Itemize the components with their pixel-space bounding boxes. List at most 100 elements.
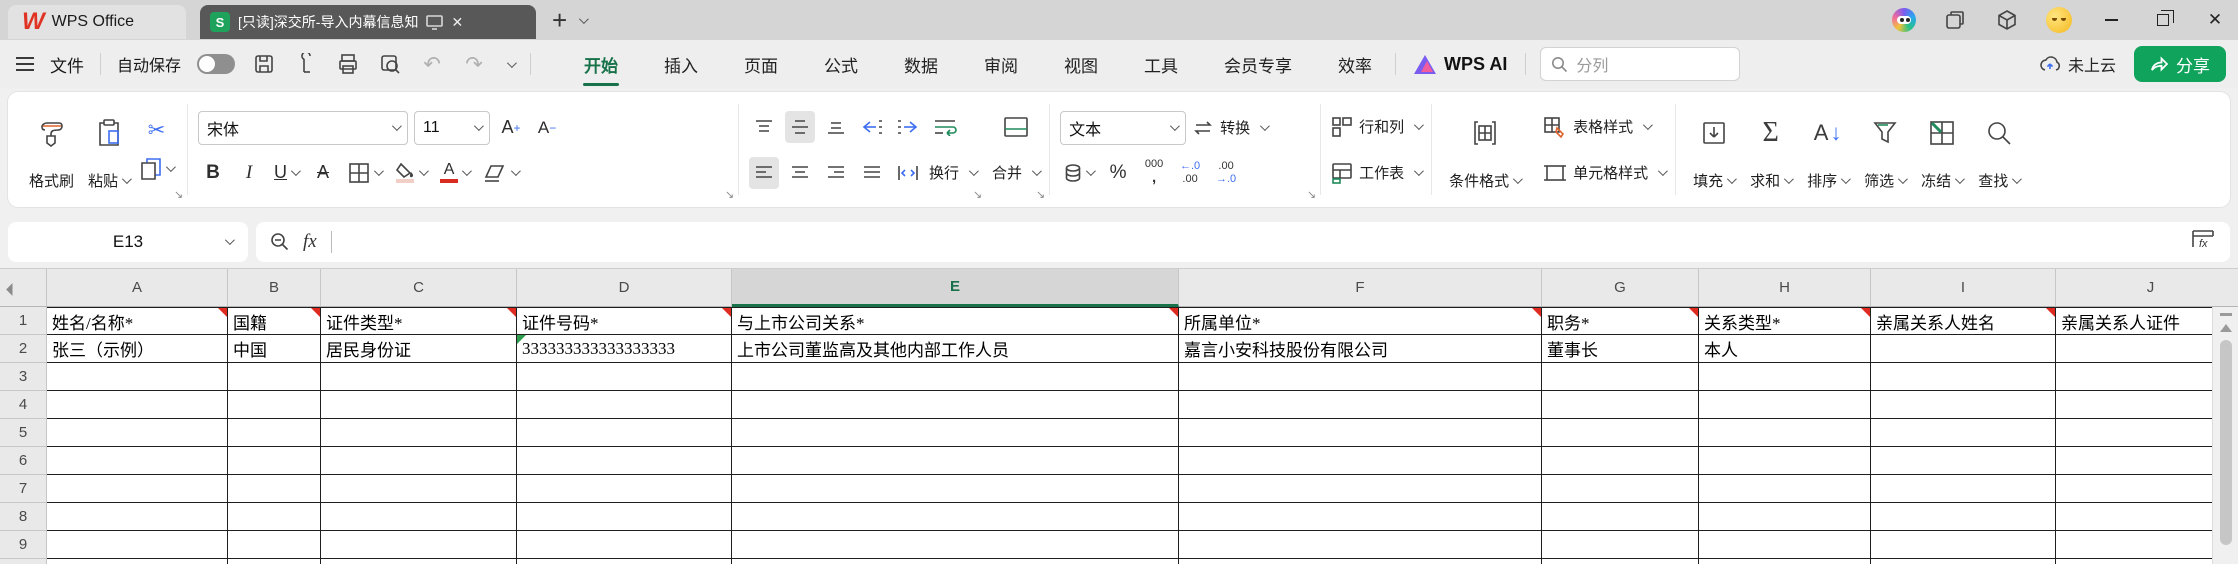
cell-A9[interactable] [47, 531, 228, 559]
cell[interactable] [517, 559, 732, 564]
row-header-2[interactable]: 2 [0, 335, 47, 363]
cell-D1[interactable]: 证件号码* [517, 307, 732, 335]
file-menu[interactable]: 文件 [50, 52, 84, 77]
export-pdf-icon[interactable] [293, 51, 319, 77]
cell-E2[interactable]: 上市公司董监高及其他内部工作人员 [732, 335, 1179, 363]
redo-icon[interactable]: ↷ [461, 51, 487, 77]
menu-hamburger-icon[interactable] [16, 57, 34, 71]
percent-button[interactable]: % [1103, 157, 1133, 189]
format-painter-button[interactable]: 格式刷 [22, 107, 81, 193]
scrollbar-thumb[interactable] [2219, 340, 2232, 545]
presentation-mode-icon[interactable] [426, 14, 444, 30]
bold-button[interactable]: B [198, 157, 228, 189]
font-size-select[interactable]: 11 [414, 110, 491, 145]
column-header-B[interactable]: B [228, 269, 321, 307]
font-color-button[interactable]: A [436, 157, 473, 189]
row-header-1[interactable]: 1 [0, 307, 47, 335]
cell-I5[interactable] [1871, 419, 2056, 447]
expand-formula-bar-icon[interactable]: fx [2190, 228, 2216, 255]
cell-E3[interactable] [732, 363, 1179, 391]
align-top-button[interactable] [749, 111, 779, 143]
tab-审阅[interactable]: 审阅 [961, 40, 1041, 88]
merge-button[interactable]: 合并 [992, 157, 1042, 189]
align-right-button[interactable] [821, 157, 851, 189]
cell-D5[interactable] [517, 419, 732, 447]
cell-style-button[interactable]: 单元格样式 [1543, 157, 1668, 189]
restore-button[interactable] [2150, 7, 2176, 33]
cell-A1[interactable]: 姓名/名称* [47, 307, 228, 335]
cell-A4[interactable] [47, 391, 228, 419]
cell-I8[interactable] [1871, 503, 2056, 531]
cell-F2[interactable]: 嘉言小安科技股份有限公司 [1179, 335, 1542, 363]
strikethrough-button[interactable]: A [308, 157, 338, 189]
tab-视图[interactable]: 视图 [1041, 40, 1121, 88]
cell-I4[interactable] [1871, 391, 2056, 419]
autosave-toggle[interactable] [197, 54, 236, 74]
wps-assistant-icon[interactable] [1892, 8, 1916, 32]
row-header-10[interactable] [0, 559, 47, 564]
increase-indent-button[interactable] [893, 111, 923, 143]
conditional-format-button[interactable]: 条件格式 [1442, 107, 1527, 193]
decrease-font-button[interactable]: A − [532, 112, 562, 144]
cell[interactable] [228, 559, 321, 564]
cell-A5[interactable] [47, 419, 228, 447]
increase-decimal-button[interactable]: .00 →.0 [1211, 157, 1241, 189]
cell-H1[interactable]: 关系类型* [1699, 307, 1871, 335]
close-window-button[interactable]: ✕ [2202, 7, 2228, 33]
wrap-text-button[interactable]: 换行 [929, 157, 979, 189]
cell-B8[interactable] [228, 503, 321, 531]
cell-B4[interactable] [228, 391, 321, 419]
cell-B3[interactable] [228, 363, 321, 391]
cell-G7[interactable] [1542, 475, 1699, 503]
cell-E4[interactable] [732, 391, 1179, 419]
column-header-I[interactable]: I [1871, 269, 2056, 307]
wps-home-button[interactable]: W WPS Office [8, 5, 186, 39]
cell-J5[interactable] [2056, 419, 2238, 447]
row-header-4[interactable]: 4 [0, 391, 47, 419]
cell-E7[interactable] [732, 475, 1179, 503]
cell-B6[interactable] [228, 447, 321, 475]
cell-G4[interactable] [1542, 391, 1699, 419]
filter-button[interactable]: 筛选 [1857, 107, 1912, 193]
cell-I7[interactable] [1871, 475, 2056, 503]
cell-D2[interactable]: 333333333333333333 [517, 335, 732, 363]
vertical-scrollbar[interactable] [2212, 307, 2238, 564]
workspace-cube-icon[interactable] [1994, 7, 2020, 33]
cell-D3[interactable] [517, 363, 732, 391]
align-bottom-button[interactable] [821, 111, 851, 143]
cell-J7[interactable] [2056, 475, 2238, 503]
rows-columns-button[interactable]: 行和列 [1331, 111, 1424, 143]
sort-button[interactable]: A ↓ 排序 [1800, 107, 1855, 193]
cell-A8[interactable] [47, 503, 228, 531]
cloud-status[interactable]: 未上云 [2038, 52, 2116, 76]
cell-J2[interactable] [2056, 335, 2238, 363]
cell-H7[interactable] [1699, 475, 1871, 503]
undo-icon[interactable]: ↶ [419, 51, 445, 77]
cell-C7[interactable] [321, 475, 517, 503]
column-header-F[interactable]: F [1179, 269, 1542, 307]
row-header-8[interactable]: 8 [0, 503, 47, 531]
row-header-5[interactable]: 5 [0, 419, 47, 447]
tab-插入[interactable]: 插入 [641, 40, 721, 88]
cell-F4[interactable] [1179, 391, 1542, 419]
scroll-up-icon[interactable] [2219, 324, 2232, 332]
sum-button[interactable]: Σ 求和 [1743, 107, 1798, 193]
cell[interactable] [1179, 559, 1542, 564]
select-all-corner[interactable] [0, 269, 47, 307]
italic-button[interactable]: I [234, 157, 264, 189]
find-button[interactable]: 查找 [1971, 107, 2026, 193]
cell-C9[interactable] [321, 531, 517, 559]
cell-J3[interactable] [2056, 363, 2238, 391]
clear-format-button[interactable] [479, 157, 522, 189]
cell-A7[interactable] [47, 475, 228, 503]
decrease-indent-button[interactable] [857, 111, 887, 143]
cell-C5[interactable] [321, 419, 517, 447]
borders-button[interactable] [344, 157, 385, 189]
cell-G1[interactable]: 职务* [1542, 307, 1699, 335]
cell-C2[interactable]: 居民身份证 [321, 335, 517, 363]
cell-E8[interactable] [732, 503, 1179, 531]
wrap-text-icon-button[interactable] [929, 111, 961, 143]
table-style-button[interactable]: 表格样式 [1543, 111, 1665, 143]
font-dialog-launcher[interactable]: ↘ [725, 188, 734, 201]
cell-F1[interactable]: 所属单位* [1179, 307, 1542, 335]
